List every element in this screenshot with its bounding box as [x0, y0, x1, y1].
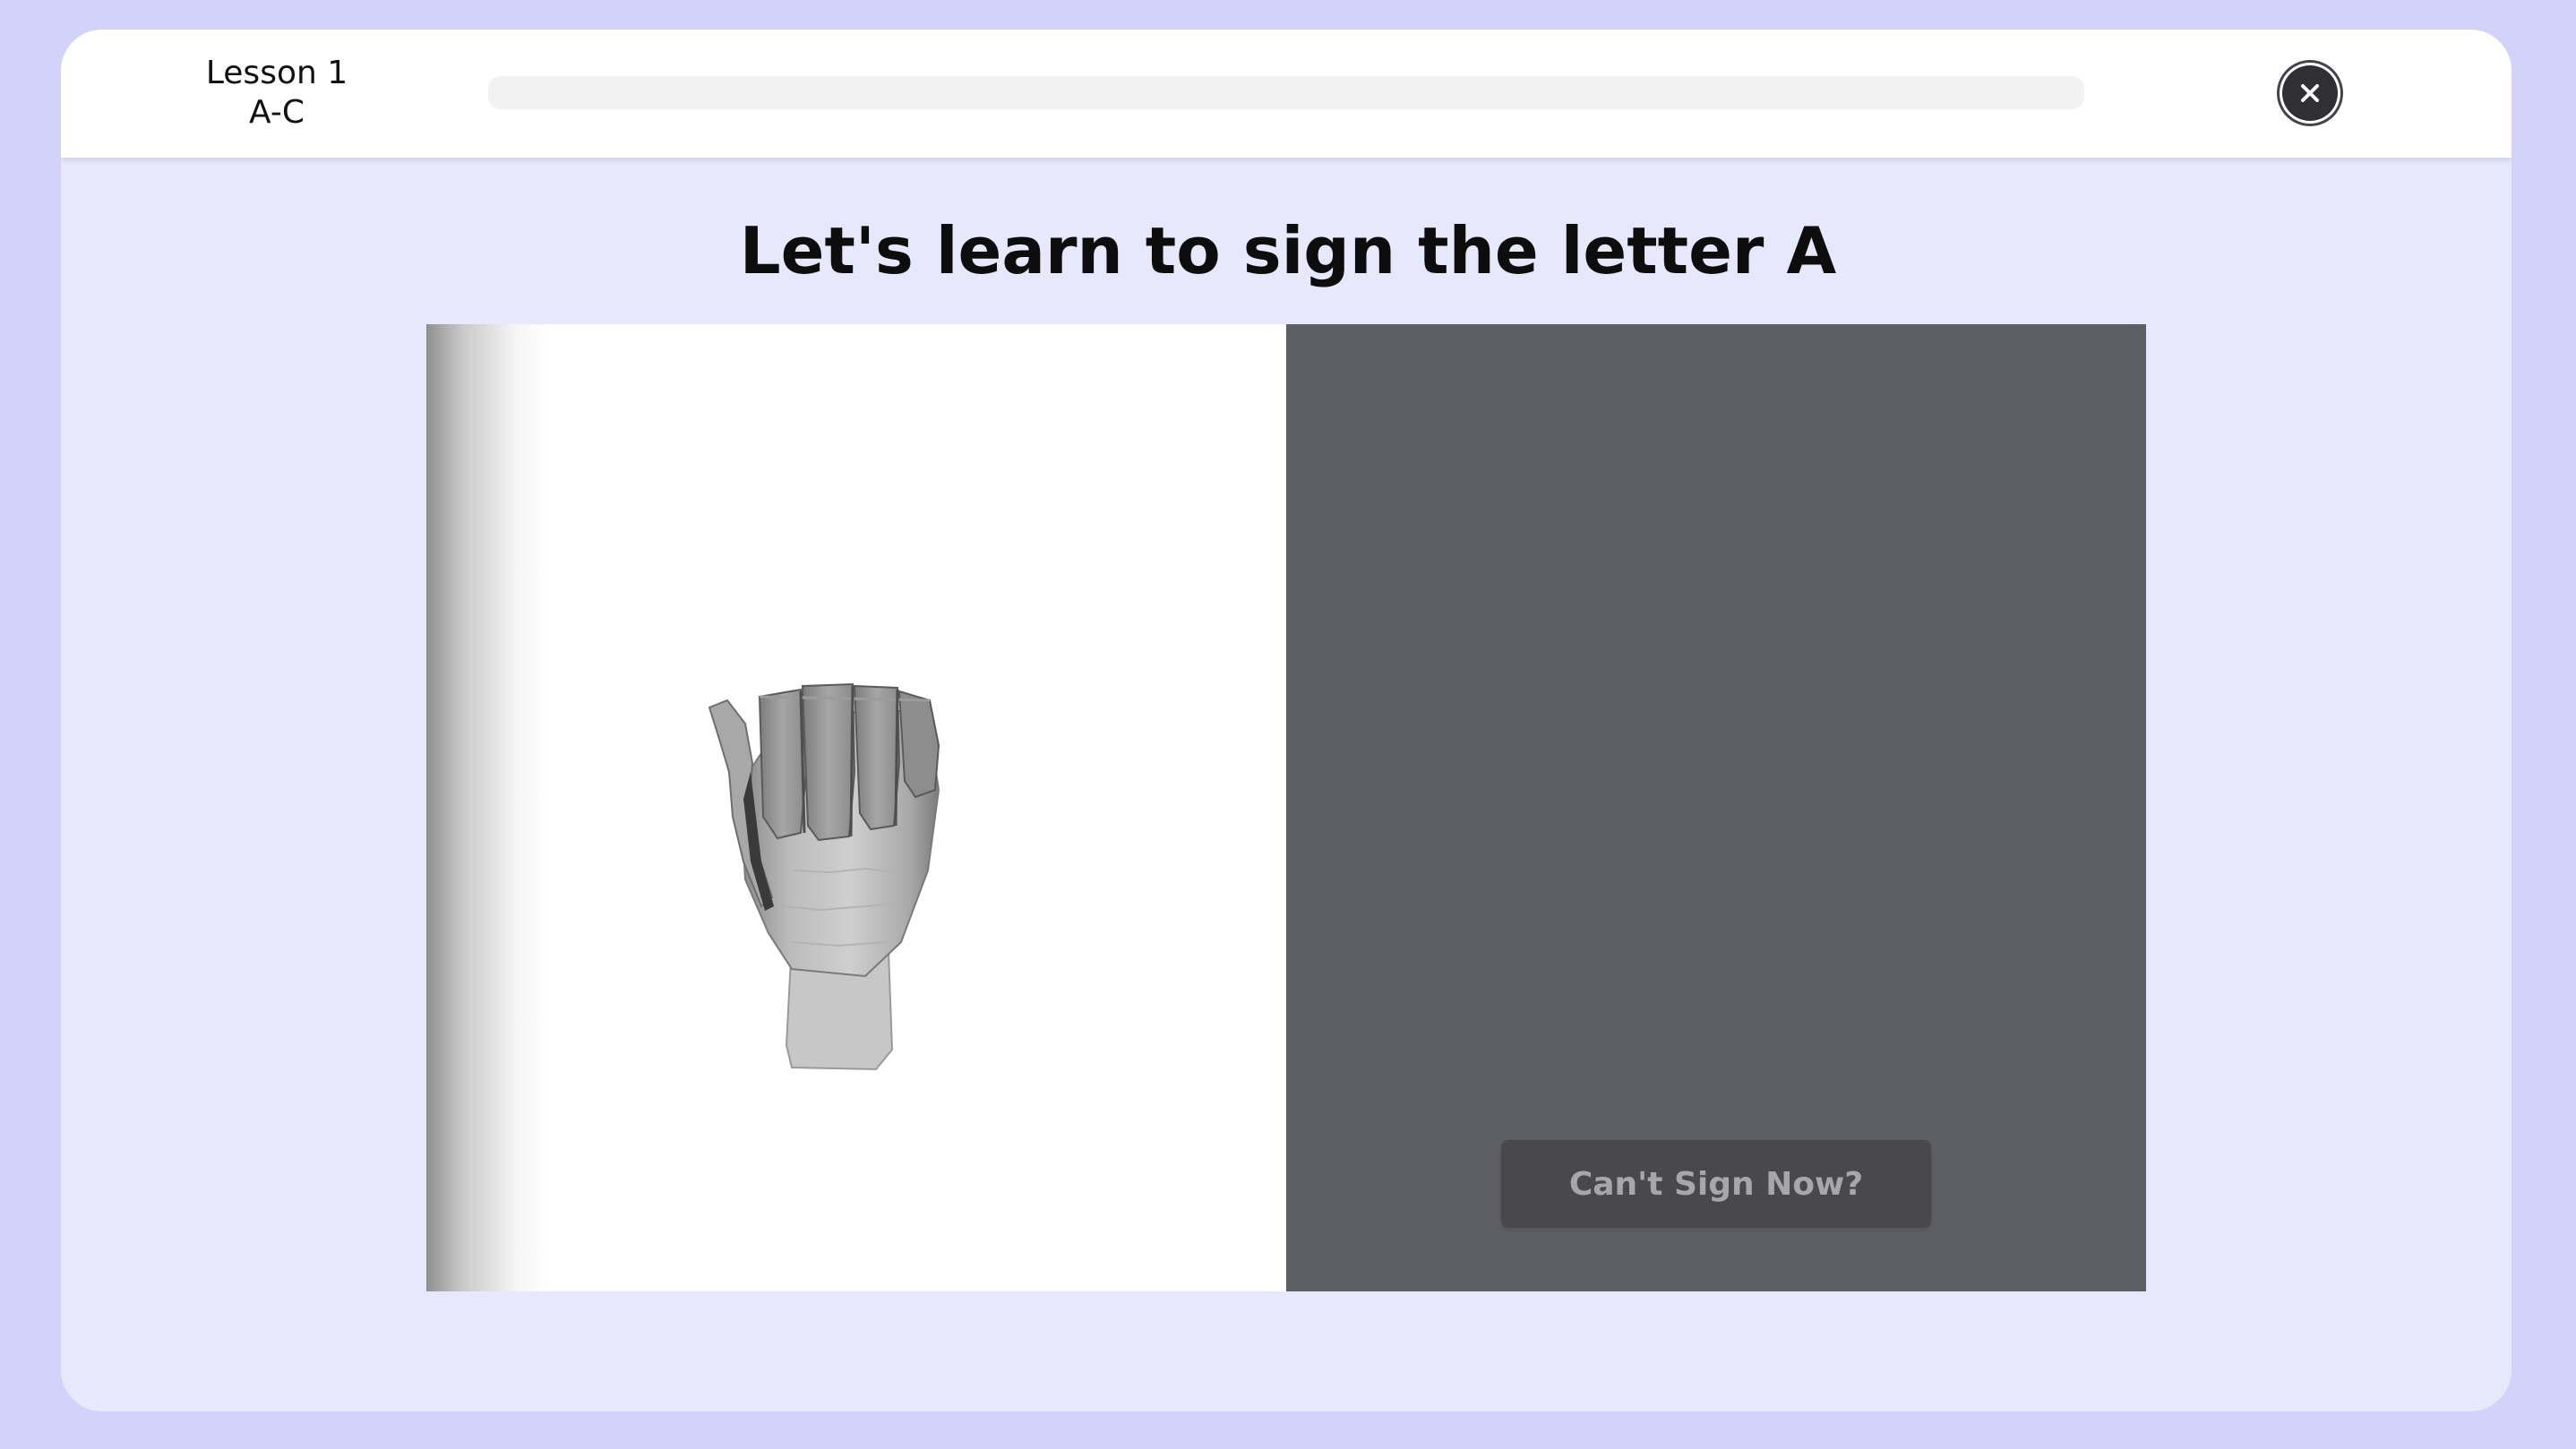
lesson-name: Lesson 1 [205, 55, 348, 91]
sign-demo-panel [426, 324, 1286, 1291]
lesson-title: Lesson 1 A-C [168, 54, 385, 133]
cant-sign-now-button[interactable]: Can't Sign Now? [1501, 1140, 1931, 1228]
close-lesson-button[interactable] [2282, 65, 2338, 121]
lesson-progress-bar [488, 76, 2084, 109]
lesson-range: A-C [249, 94, 305, 131]
camera-feed-panel: Can't Sign Now? [1286, 324, 2146, 1291]
page-title: Let's learn to sign the letter A [739, 213, 1837, 288]
hand-model-image [708, 682, 940, 1071]
lesson-header: Lesson 1 A-C [61, 30, 2512, 158]
practice-area: Can't Sign Now? [426, 324, 2146, 1291]
close-icon [2301, 84, 2319, 102]
